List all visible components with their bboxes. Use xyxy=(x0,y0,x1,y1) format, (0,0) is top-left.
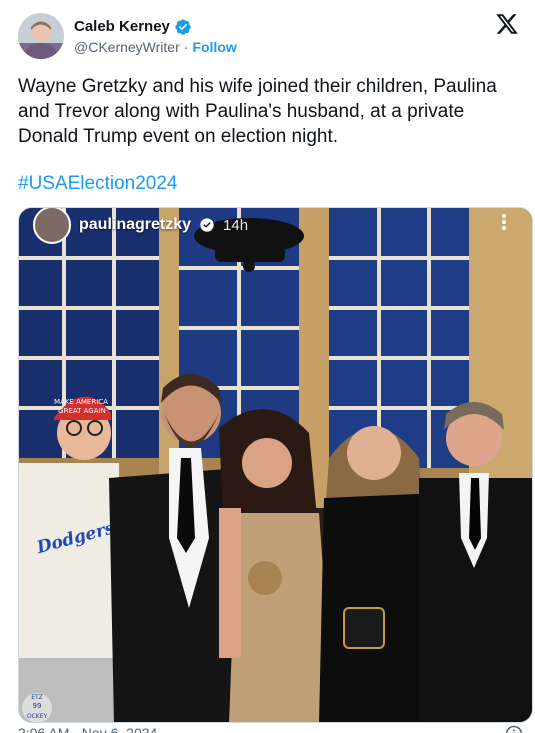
hashtag-link[interactable]: #USAElection2024 xyxy=(18,173,178,195)
verified-badge-icon xyxy=(175,18,191,35)
badge-text-3: OCKEY xyxy=(27,713,48,720)
name-row: Caleb Kerney xyxy=(74,18,237,36)
badge-text-2: 99 xyxy=(33,702,42,710)
tweet-media-photo[interactable]: MAKE AMERICA GREAT AGAIN Dodgers ETZ 99 … xyxy=(18,207,533,723)
author-info: Caleb Kerney @CKerneyWriter · Follow xyxy=(74,18,237,55)
badge-text-1: ETZ xyxy=(31,694,43,701)
tweet-header: Caleb Kerney @CKerneyWriter · Follow xyxy=(18,12,519,60)
info-icon[interactable] xyxy=(505,725,523,733)
hat-text-2: GREAT AGAIN xyxy=(58,407,106,415)
tweet-timestamp[interactable]: 2:06 AM · Nov 6, 2024 xyxy=(18,725,157,733)
story-avatar xyxy=(33,208,71,244)
more-vertical-icon[interactable] xyxy=(494,212,514,232)
story-header: paulinagretzky 14h xyxy=(33,208,249,244)
author-avatar[interactable] xyxy=(18,13,64,59)
x-logo-icon[interactable] xyxy=(495,12,519,36)
story-verified-icon xyxy=(200,218,214,232)
author-display-name[interactable]: Caleb Kerney xyxy=(74,18,170,35)
hat-text-1: MAKE AMERICA xyxy=(54,398,108,406)
story-username: paulinagretzky xyxy=(79,216,192,233)
avatar-image xyxy=(18,13,64,59)
separator-dot: · xyxy=(183,38,189,55)
handle-row: @CKerneyWriter · Follow xyxy=(74,39,237,55)
follow-button[interactable]: Follow xyxy=(192,39,236,55)
story-time: 14h xyxy=(223,216,249,234)
tweet-text: Wayne Gretzky and his wife joined their … xyxy=(18,76,497,147)
tweet-card: Caleb Kerney @CKerneyWriter · Follow Way… xyxy=(0,0,535,733)
author-handle[interactable]: @CKerneyWriter xyxy=(74,39,180,55)
photo-scene: MAKE AMERICA GREAT AGAIN Dodgers ETZ 99 … xyxy=(19,208,532,722)
